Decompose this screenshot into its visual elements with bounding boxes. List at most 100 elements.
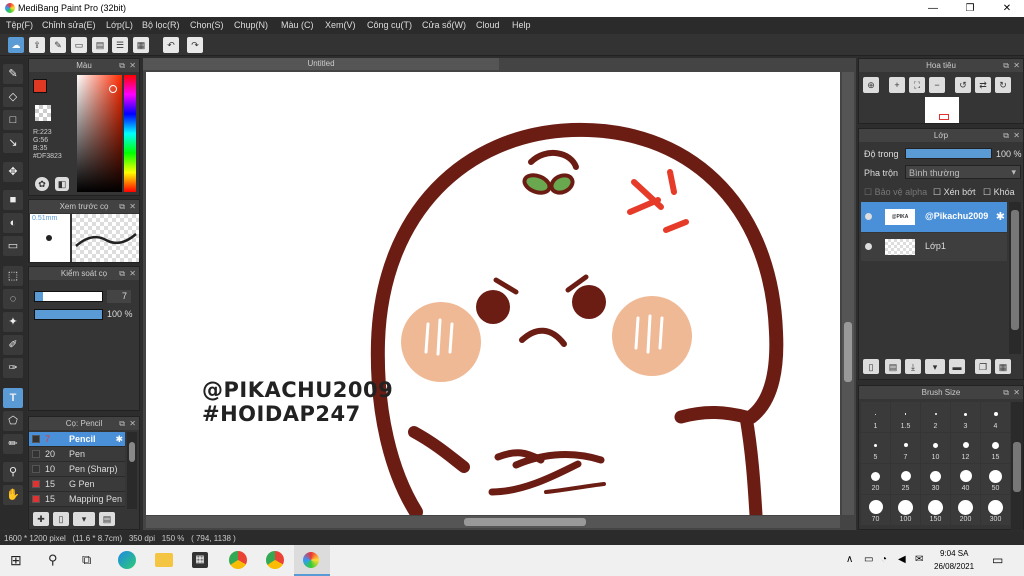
close-button[interactable]: ✕ (990, 0, 1024, 17)
brush-size-cell[interactable]: 12 (951, 433, 980, 463)
folder-icon[interactable]: ▬ (949, 359, 965, 374)
gear-icon[interactable]: ✱ (996, 210, 1005, 223)
menu-capture[interactable]: Chụp(N) (234, 20, 268, 30)
brush-size-cell[interactable]: 1 (861, 402, 890, 432)
menu-file[interactable]: Tệp(F) (6, 20, 33, 30)
flip-icon[interactable]: ⇄ (975, 77, 991, 93)
select-tool-icon[interactable]: ⬚ (3, 266, 23, 286)
brush-size-cell[interactable]: 300 (981, 495, 1010, 525)
cloud-icon[interactable]: ☁ (8, 37, 24, 53)
undock-icon[interactable]: ⧉ (119, 59, 125, 72)
brush-size-cell[interactable]: 7 (891, 433, 920, 463)
saturation-value-picker[interactable] (77, 75, 122, 192)
copy-layer-icon[interactable]: ▤ (885, 359, 901, 374)
brush-size-cell[interactable]: 10 (921, 433, 950, 463)
brush-size-cell[interactable]: 4 (981, 402, 1010, 432)
redo-icon[interactable]: ↷ (187, 37, 203, 53)
brush-list-scrollbar[interactable] (127, 432, 137, 509)
canvas-horizontal-scrollbar[interactable] (146, 516, 840, 528)
bucket-tool-icon[interactable]: ◐ (3, 213, 23, 233)
swatch-icon[interactable]: ◧ (55, 177, 69, 191)
maximize-button[interactable]: ❐ (953, 0, 987, 17)
language-icon[interactable]: ✉ (915, 554, 923, 565)
chat-icon[interactable]: ▭ (71, 37, 87, 53)
canvas-tab[interactable]: Untitled (143, 58, 499, 70)
navigator-thumbnail[interactable] (925, 97, 959, 123)
blur-tool-icon[interactable]: ✏ (3, 434, 23, 454)
lock-checkbox[interactable]: ☐ Khóa (983, 187, 1015, 198)
undock-icon[interactable]: ⧉ (119, 267, 125, 280)
canvas[interactable]: @PIKACHU2009 #HOIDAP247 (146, 72, 840, 515)
brush-size-cell[interactable]: 70 (861, 495, 890, 525)
battery-icon[interactable]: ▭ (864, 554, 873, 565)
wifi-icon[interactable]: ◔ (881, 554, 887, 565)
select-eraser-tool-icon[interactable]: ✑ (3, 358, 23, 378)
select-pen-tool-icon[interactable]: ✐ (3, 335, 23, 355)
palette-icon[interactable]: ✿ (35, 177, 49, 191)
store-icon[interactable]: ▦ (192, 552, 208, 568)
brush-settings-icon[interactable]: ▤ (99, 512, 115, 526)
layer-opacity-slider[interactable] (905, 148, 992, 159)
canvas-text[interactable]: @PIKACHU2009 #HOIDAP247 (202, 378, 393, 426)
brush-size-cell[interactable]: 25 (891, 464, 920, 494)
close-panel-icon[interactable]: ✕ (129, 200, 136, 213)
brush-list-item[interactable]: 10 Pen (Sharp) (29, 462, 125, 477)
list-icon[interactable]: ☰ (112, 37, 128, 53)
eraser-tool-icon[interactable]: ◇ (3, 87, 23, 107)
clock-date[interactable]: 26/08/2021 (934, 562, 974, 571)
line-tool-icon[interactable]: ↘ (3, 133, 23, 153)
layers-scrollbar[interactable] (1009, 202, 1021, 354)
menu-color[interactable]: Màu (C) (281, 20, 314, 30)
medibang-taskbar-item[interactable] (294, 545, 330, 576)
document-icon[interactable]: ▤ (92, 37, 108, 53)
close-panel-icon[interactable]: ✕ (1013, 59, 1020, 72)
notification-icon[interactable]: ▭ (992, 553, 1003, 567)
windows-start-icon[interactable]: ⊞ (10, 552, 22, 569)
visibility-icon[interactable] (865, 213, 872, 220)
brush-tool-icon[interactable]: ✎ (3, 64, 23, 84)
volume-icon[interactable]: ◀ (898, 554, 906, 565)
magic-wand-tool-icon[interactable]: ✦ (3, 312, 23, 332)
brush-list-item[interactable]: 15 G Pen (29, 477, 125, 492)
brush-size-cell[interactable]: 50 (981, 464, 1010, 494)
brush-size-scrollbar[interactable] (1011, 402, 1023, 530)
search-icon[interactable]: ⚲ (48, 552, 58, 568)
close-panel-icon[interactable]: ✕ (129, 417, 136, 430)
brush-size-cell[interactable]: 1.5 (891, 402, 920, 432)
close-panel-icon[interactable]: ✕ (129, 59, 136, 72)
canvas-vertical-scrollbar[interactable] (842, 72, 854, 515)
menu-view[interactable]: Xem(V) (325, 20, 356, 30)
upload-icon[interactable]: ⇪ (29, 37, 45, 53)
rectangle-tool-icon[interactable]: □ (3, 110, 23, 130)
text-tool-icon[interactable]: T (3, 388, 23, 408)
undo-icon[interactable]: ↶ (163, 37, 179, 53)
alpha-protect-checkbox[interactable]: ☐ Bảo vệ alpha (864, 187, 927, 198)
transparent-color-swatch[interactable] (35, 105, 51, 121)
brush-menu-icon[interactable]: ▾ (73, 512, 95, 526)
menu-tools[interactable]: Công cụ(T) (367, 20, 412, 30)
layer-settings-icon[interactable]: ▦ (995, 359, 1011, 374)
grid-icon[interactable]: ▦ (133, 37, 149, 53)
brush-size-cell[interactable]: 20 (861, 464, 890, 494)
brush-list-item[interactable]: 15 Mapping Pen (29, 492, 125, 507)
gradient-tool-icon[interactable]: ▭ (3, 236, 23, 256)
close-panel-icon[interactable]: ✕ (1013, 129, 1020, 142)
menu-layer[interactable]: Lớp(L) (106, 20, 133, 30)
fill-rect-tool-icon[interactable]: ■ (3, 190, 23, 210)
brush-size-value[interactable]: 7 (107, 290, 131, 303)
brush-size-cell[interactable]: 3 (951, 402, 980, 432)
chrome-icon[interactable] (229, 551, 247, 569)
undock-icon[interactable]: ⧉ (1003, 386, 1009, 399)
rotate-left-icon[interactable]: ↺ (955, 77, 971, 93)
hue-slider[interactable] (124, 75, 136, 192)
duplicate-icon[interactable]: ❐ (975, 359, 991, 374)
brush-size-cell[interactable]: 2 (921, 402, 950, 432)
brush-size-cell[interactable]: 30 (921, 464, 950, 494)
menu-select[interactable]: Chọn(S) (190, 20, 224, 30)
menu-help[interactable]: Help (512, 20, 531, 30)
add-brush-icon[interactable]: ✚ (33, 512, 49, 526)
undock-icon[interactable]: ⧉ (1003, 59, 1009, 72)
rotate-right-icon[interactable]: ↻ (995, 77, 1011, 93)
menu-cloud[interactable]: Cloud (476, 20, 500, 30)
chevron-up-icon[interactable]: ∧ (846, 554, 853, 565)
